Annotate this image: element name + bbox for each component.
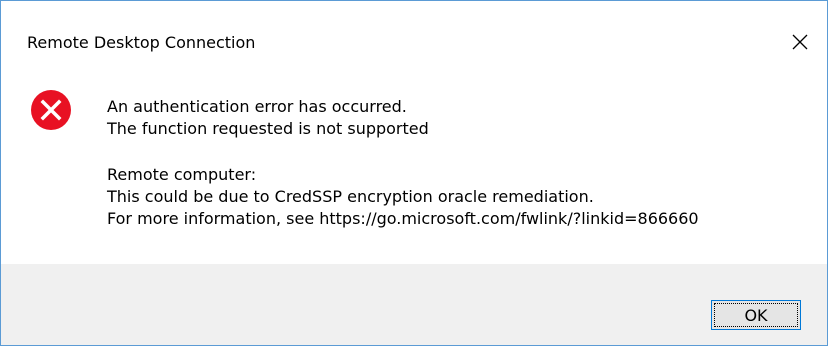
error-icon <box>31 90 71 130</box>
rdp-error-dialog: Remote Desktop Connection An authenticat… <box>0 0 828 346</box>
error-heading: An authentication error has occurred. <box>107 97 407 116</box>
error-detail: The function requested is not supported <box>107 119 429 138</box>
close-icon <box>792 34 808 50</box>
credssp-cause: This could be due to CredSSP encryption … <box>107 187 594 206</box>
close-button[interactable] <box>787 29 813 55</box>
more-info-text: For more information, see https://go.mic… <box>107 209 699 228</box>
button-bar: OK <box>1 264 827 345</box>
message-text: An authentication error has occurred. Th… <box>107 96 699 230</box>
title-bar: Remote Desktop Connection <box>1 1 827 81</box>
dialog-content: An authentication error has occurred. Th… <box>1 81 827 264</box>
ok-button-label: OK <box>714 303 798 327</box>
window-title: Remote Desktop Connection <box>27 33 256 52</box>
ok-button[interactable]: OK <box>711 300 801 330</box>
remote-computer-label: Remote computer: <box>107 165 257 184</box>
